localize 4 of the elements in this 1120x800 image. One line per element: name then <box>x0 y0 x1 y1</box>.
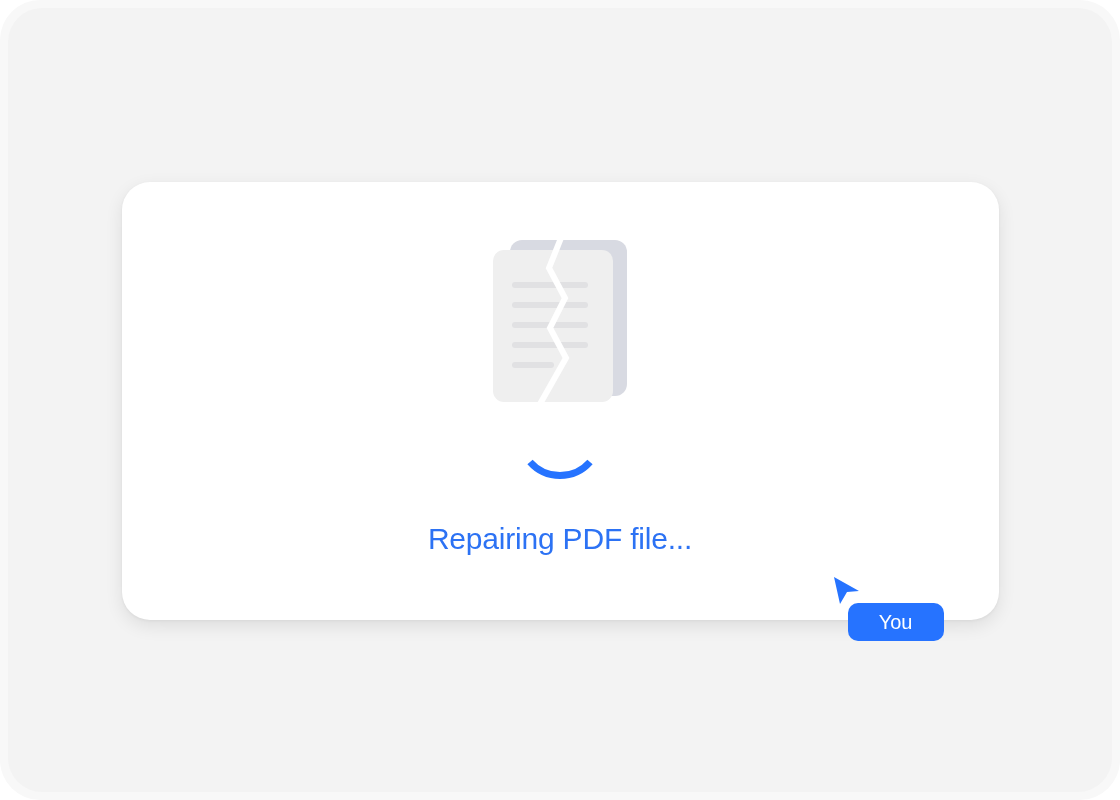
user-name-tag: You <box>847 603 944 641</box>
pointer-cursor-icon <box>833 577 859 604</box>
torn-document-icon <box>493 238 627 402</box>
status-message: Repairing PDF file... <box>427 521 693 557</box>
